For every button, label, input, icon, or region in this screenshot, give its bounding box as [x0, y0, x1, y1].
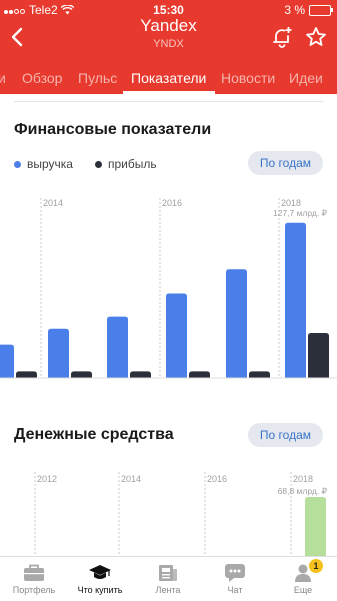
profit-bar [16, 371, 37, 378]
profit-bar [189, 371, 210, 378]
divider [14, 101, 323, 102]
year-marker-label: 2018 [281, 198, 301, 208]
profit-bar [249, 371, 270, 378]
year-marker-label: 2014 [43, 198, 63, 208]
year-marker-label: 2016 [207, 474, 227, 484]
nav-label: Еще [293, 585, 313, 595]
cash-chart: 2012 2014 2016 2018 68,8 млрд. ₽ [34, 472, 328, 556]
revenue-bar [48, 328, 69, 378]
financials-period-button[interactable]: По годам [247, 151, 323, 175]
nav-label: Портфель [12, 585, 56, 595]
nav-label: Чат [227, 585, 243, 595]
revenue-bar [0, 344, 14, 378]
revenue-bar [166, 293, 187, 378]
feed-icon [136, 561, 200, 585]
profit-bar [71, 371, 92, 378]
user-icon [271, 561, 335, 585]
tab-news[interactable]: Новости [221, 70, 275, 86]
nav-more[interactable]: 1 Еще [271, 559, 335, 595]
profit-bar [308, 333, 329, 378]
section-tabs: и Обзор Пульс Показатели Новости Идеи [0, 62, 337, 94]
profit-bar [130, 371, 151, 378]
tab-pulse[interactable]: Пульс [78, 70, 117, 86]
bottom-nav: Портфель Что купить Лента Чат 1 Еще [0, 556, 337, 601]
bell-plus-icon[interactable] [271, 26, 293, 53]
chat-icon [203, 561, 267, 585]
year-marker-label: 2012 [37, 474, 57, 484]
legend-profit: прибыль [107, 157, 157, 171]
revenue-bar [285, 222, 306, 378]
revenue-legend-dot [14, 160, 21, 168]
graduation-cap-icon [68, 561, 132, 585]
battery-icon [309, 4, 333, 16]
revenue-bar [107, 316, 128, 378]
app-header: Yandex YNDX [0, 16, 337, 62]
cash-bar [305, 497, 326, 556]
data-label: 127,7 млрд. ₽ [273, 208, 328, 218]
nav-portfolio[interactable]: Портфель [2, 561, 66, 595]
nav-what-to-buy[interactable]: Что купить [68, 561, 132, 595]
notification-badge: 1 [309, 559, 323, 573]
financials-chart: 2014 2016 2018127,7 млрд. ₽ [0, 198, 337, 379]
year-marker-label: 2016 [162, 198, 182, 208]
cash-title: Денежные средства [14, 426, 174, 443]
tab-indicators[interactable]: Показатели [131, 70, 206, 86]
legend-revenue: выручка [27, 157, 73, 171]
data-label: 68,8 млрд. ₽ [278, 486, 328, 496]
cash-period-button[interactable]: По годам [247, 423, 323, 447]
revenue-bar [226, 269, 247, 378]
financials-legend: выручка прибыль [14, 157, 157, 171]
battery-percent: 3 % [284, 3, 305, 17]
nav-chat[interactable]: Чат [203, 561, 267, 595]
nav-label: Что купить [77, 585, 123, 595]
profit-legend-dot [94, 160, 102, 168]
nav-feed[interactable]: Лента [136, 561, 200, 595]
tab-overview[interactable]: Обзор [22, 70, 62, 86]
year-marker-label: 2014 [121, 474, 141, 484]
active-tab-indicator [123, 91, 215, 94]
financials-title: Финансовые показатели [14, 121, 212, 138]
star-icon[interactable] [305, 26, 327, 53]
tab-partial[interactable]: и [0, 70, 6, 86]
year-marker-label: 2018 [293, 474, 313, 484]
nav-label: Лента [155, 585, 181, 595]
briefcase-icon [2, 561, 66, 585]
tab-ideas[interactable]: Идеи [289, 70, 323, 86]
